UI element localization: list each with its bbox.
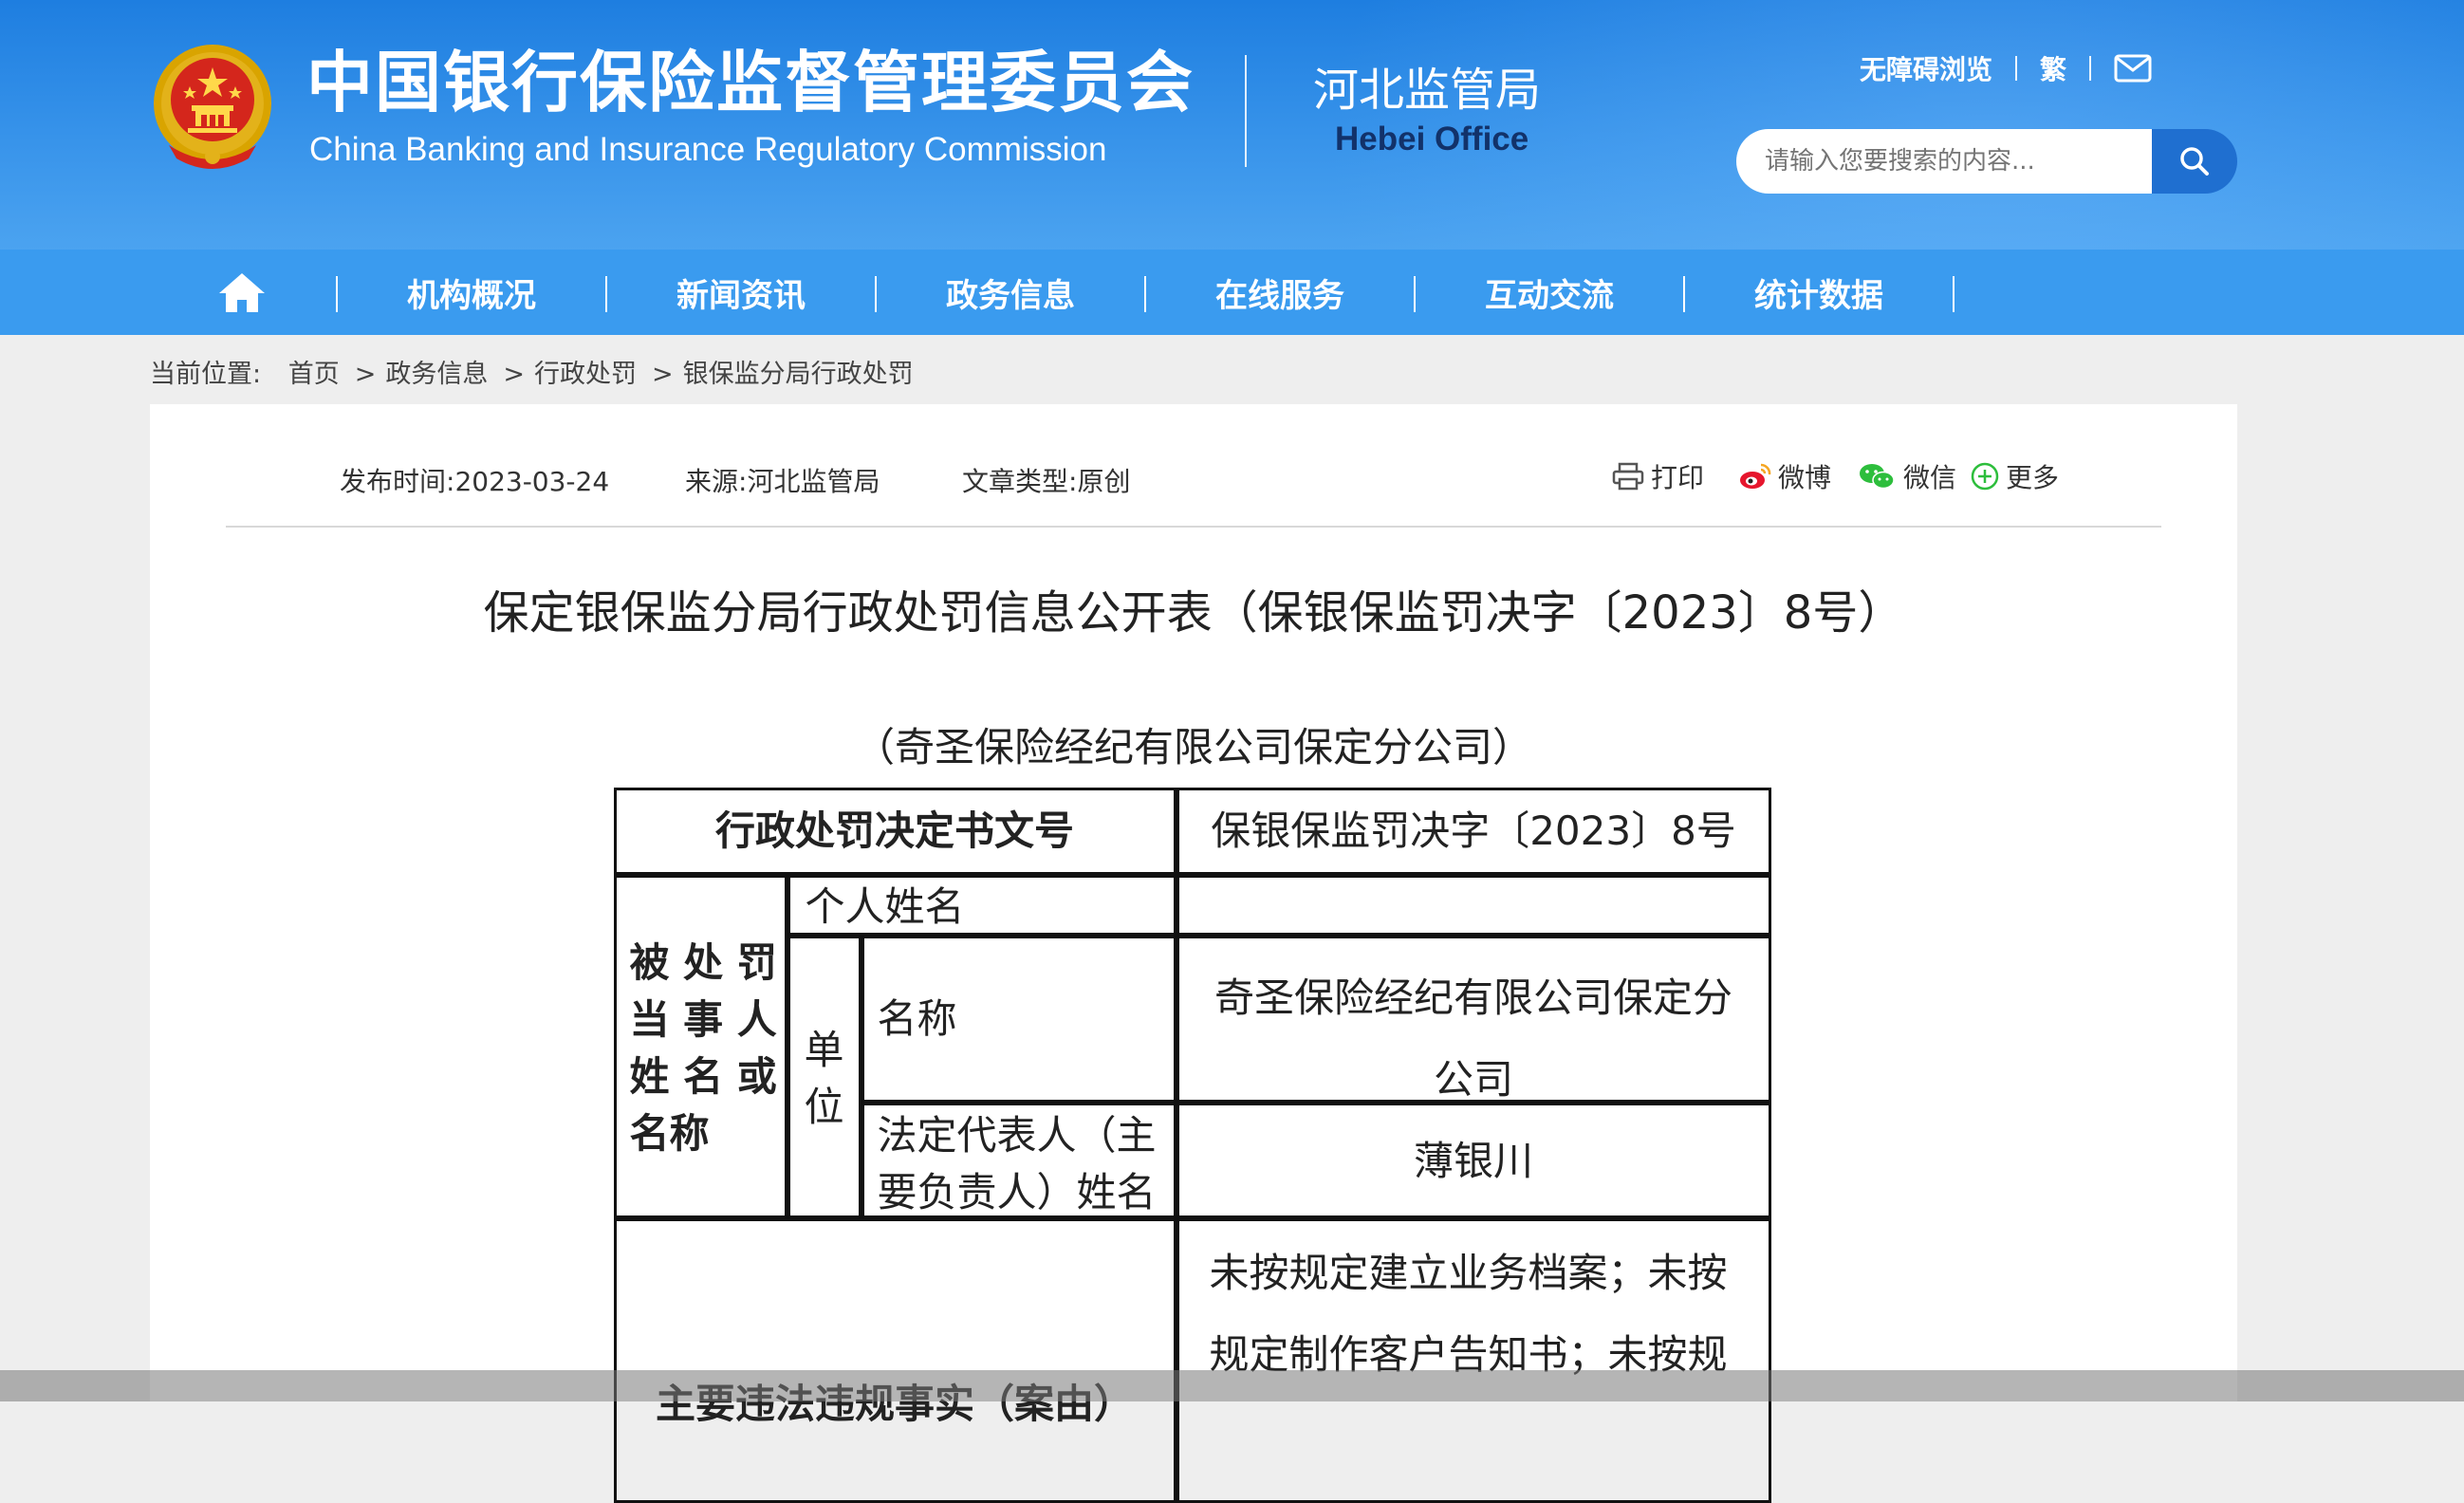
nav-separator [1953,276,1955,312]
main-nav: 机构概况 新闻资讯 政务信息 在线服务 互动交流 统计数据 [0,250,2464,335]
legal-rep-label-line: 法定代表人（主 [877,1111,1157,1159]
wechat-label: 微信 [1903,462,1957,493]
party-label-cell: 被 处 罚 当 事 人 姓 名 或 名称 [613,874,787,1218]
facts-label-cell: 主要违法违规事实（案由） [613,1217,1176,1503]
unit-label-line: 位 [804,1083,844,1130]
source-value: 河北监管局 [747,466,880,497]
weibo-label: 微博 [1778,462,1832,493]
share-more-button[interactable]: 更多 [1970,457,2059,495]
unit-label-cell: 单 位 [787,935,861,1218]
office-name-cn: 河北监管局 [1313,64,1542,117]
legal-rep-value-cell: 薄银川 [1176,1102,1771,1218]
party-label: 被 处 罚 当 事 人 姓 名 或 名称 [630,935,777,1162]
party-label-line: 姓 名 或 [629,1052,777,1100]
nav-item-statistics[interactable]: 统计数据 [1683,250,1955,335]
unit-name-value: 奇圣保险经纪有限公司保定分 公司 [1179,957,1769,1121]
breadcrumb-separator: > [651,360,674,389]
printer-icon [1612,462,1644,491]
print-button[interactable]: 打印 [1611,457,1704,495]
breadcrumb-prefix: 当前位置: [150,360,262,389]
party-label-line: 被 处 罚 [629,938,777,986]
facts-value-cell: 未按规定建立业务档案；未按 规定制作客户告知书；未按规 [1176,1217,1771,1503]
print-label: 打印 [1651,462,1705,493]
type-value: 原创 [1077,466,1131,497]
plus-circle-icon [1971,462,1999,491]
type-label: 文章类型: [962,466,1078,497]
individual-name-label: 个人姓名 [805,882,965,930]
accessibility-link[interactable]: 无障碍浏览 [1860,49,1992,87]
site-header: 中国银行保险监督管理委员会 China Banking and Insuranc… [0,0,2464,250]
search-button[interactable] [2152,129,2237,194]
header-divider [1245,55,1247,167]
article-source: 来源:河北监管局 [685,461,880,499]
decision-no-label: 行政处罚决定书文号 [714,807,1074,854]
top-links: 无障碍浏览 繁 [1860,49,2152,87]
legal-rep-value: 薄银川 [1413,1137,1533,1184]
nav-item-gov-info[interactable]: 政务信息 [875,250,1146,335]
publish-date-label: 发布时间: [340,466,455,497]
search-icon [2180,147,2209,176]
breadcrumb-current-link[interactable]: 银保监分局行政处罚 [683,360,914,389]
article-subtitle: （奇圣保险经纪有限公司保定分公司） [854,724,1532,770]
article-type: 文章类型:原创 [962,461,1130,499]
org-name-cn: 中国银行保险监督管理委员会 [306,44,1195,121]
weibo-icon [1740,463,1771,489]
home-icon [219,273,265,312]
breadcrumb-gov-info-link[interactable]: 政务信息 [385,360,488,389]
search-box [1736,129,2237,194]
nav-item-news[interactable]: 新闻资讯 [605,250,877,335]
search-input[interactable] [1736,129,2152,194]
nav-item-online-service[interactable]: 在线服务 [1144,250,1416,335]
unit-name-label-cell: 名称 [861,935,1176,1103]
unit-label: 单 位 [790,1022,859,1136]
breadcrumb-separator: > [503,360,525,389]
article-panel: 发布时间:2023-03-24 来源:河北监管局 文章类型:原创 打印 微博 微… [150,404,2237,1503]
unit-label-line: 单 [804,1026,844,1073]
unit-name-label: 名称 [877,994,957,1042]
wechat-icon [1860,464,1895,490]
breadcrumb-penalty-link[interactable]: 行政处罚 [534,360,637,389]
breadcrumb-separator: > [354,360,377,389]
facts-value-line: 未按规定建立业务档案；未按 [1209,1249,1728,1296]
unit-name-value-line: 奇圣保险经纪有限公司保定分 [1213,974,1732,1021]
toplink-separator [2089,56,2092,81]
share-weibo-button[interactable]: 微博 [1738,457,1831,495]
individual-name-label-cell: 个人姓名 [787,874,1176,936]
unit-name-value-cell: 奇圣保险经纪有限公司保定分 公司 [1176,935,1771,1103]
meta-divider [226,526,2161,528]
office-name-en: Hebei Office [1335,121,1529,158]
party-label-line: 名称 [629,1109,710,1157]
more-label: 更多 [2006,462,2060,493]
toplink-separator [2015,56,2018,81]
org-name-en: China Banking and Insurance Regulatory C… [309,131,1107,168]
individual-name-value-cell [1176,874,1771,936]
legal-rep-label: 法定代表人（主 要负责人）姓名 [878,1107,1157,1221]
article-title: 保定银保监分局行政处罚信息公开表（保银保监罚决字〔2023〕8号） [483,586,1904,640]
decision-no-label-cell: 行政处罚决定书文号 [613,787,1176,875]
publish-date-value: 2023-03-24 [454,466,610,497]
traditional-chinese-link[interactable]: 繁 [2040,49,2066,87]
bottom-overlay-bar [0,1370,2464,1401]
share-wechat-button[interactable]: 微信 [1856,457,1956,495]
nav-item-interaction[interactable]: 互动交流 [1414,250,1685,335]
publish-date: 发布时间:2023-03-24 [340,461,609,499]
nav-home[interactable] [195,250,289,335]
penalty-info-table: 行政处罚决定书文号 保银保监罚决字〔2023〕8号 被 处 罚 当 事 人 姓 … [613,787,1771,1503]
legal-rep-label-cell: 法定代表人（主 要负责人）姓名 [861,1102,1176,1221]
party-label-line: 当 事 人 [629,995,777,1043]
legal-rep-label-line: 要负责人）姓名 [877,1168,1157,1215]
breadcrumb-home-link[interactable]: 首页 [288,360,340,389]
source-label: 来源: [685,466,748,497]
mail-icon[interactable] [2114,54,2152,83]
decision-no-value: 保银保监罚决字〔2023〕8号 [1211,807,1736,854]
nav-item-jigou[interactable]: 机构概况 [336,250,607,335]
national-emblem-icon [154,45,271,169]
decision-no-value-cell: 保银保监罚决字〔2023〕8号 [1176,787,1771,875]
breadcrumb: 当前位置: 首页 > 政务信息 > 行政处罚 > 银保监分局行政处罚 [150,353,919,390]
